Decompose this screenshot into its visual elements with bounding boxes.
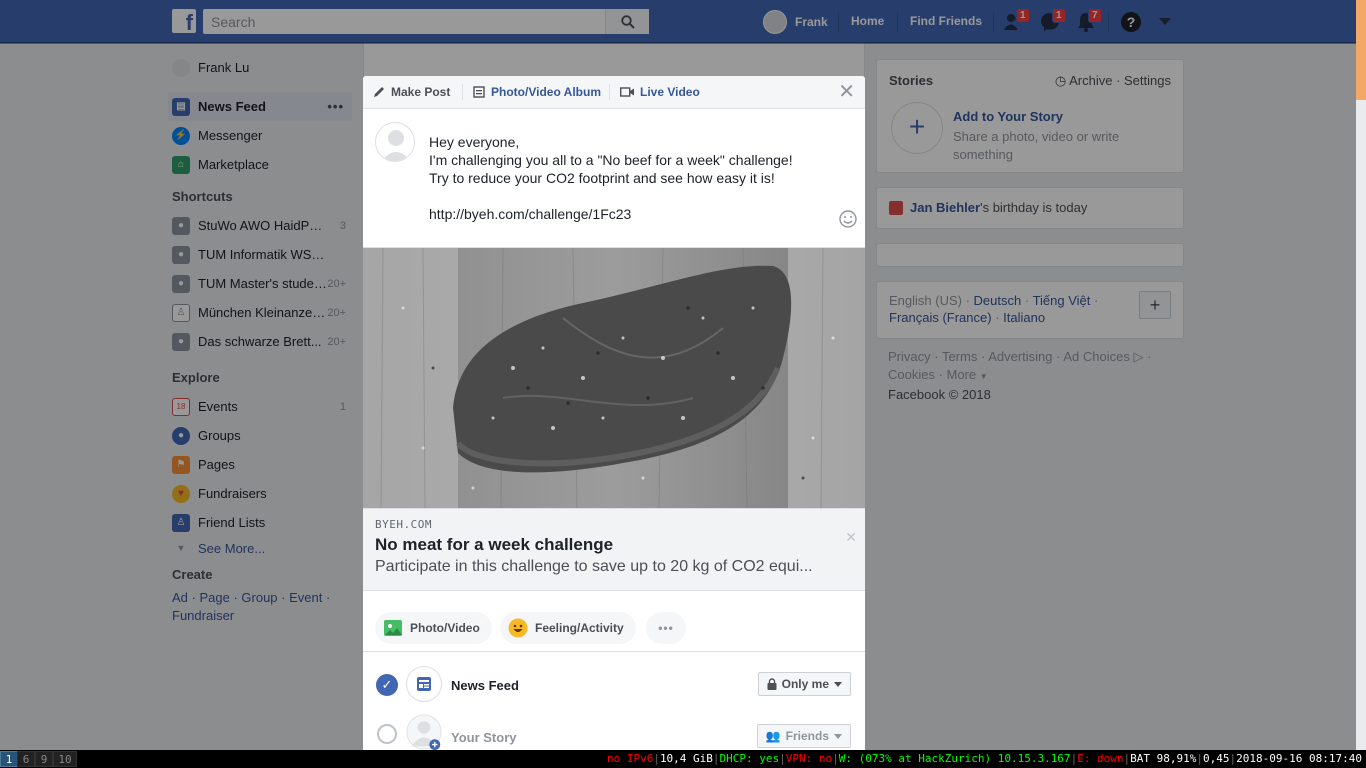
create-post-dialog: Make Post Photo/Video Album Live Video ✕… (363, 76, 865, 750)
steak-photo (363, 248, 865, 508)
preview-title: No meat for a week challenge (375, 535, 614, 554)
ethernet-status: E: down (1077, 752, 1124, 765)
audience-label: Friends (785, 729, 829, 743)
feeling-activity-label: Feeling/Activity (535, 621, 624, 635)
share-destination-news-feed[interactable]: ✓ News Feed Only me (363, 652, 865, 704)
status-blocks: no IPv6|10,4 GiB|DHCP: yes|VPN: no|W: (0… (606, 752, 1362, 765)
composer-body: Hey everyone, I'm challenging you all to… (363, 109, 865, 247)
workspace-button[interactable]: 1 (0, 751, 18, 767)
topbar-dim (0, 0, 1366, 44)
tab-live-video[interactable]: Live Video (620, 85, 700, 99)
smiley-icon (508, 618, 528, 638)
workspace-button[interactable]: 10 (53, 751, 77, 767)
workspace-button[interactable]: 9 (35, 751, 53, 767)
album-icon (473, 86, 485, 98)
audience-selector[interactable]: Only me (757, 672, 851, 696)
clock: 2018-09-16 08:17:40 (1236, 752, 1362, 765)
close-icon[interactable]: ✕ (838, 82, 855, 102)
vpn-status: VPN: no (785, 752, 833, 765)
composer-tabs: Make Post Photo/Video Album Live Video ✕ (363, 76, 865, 109)
post-text-input[interactable]: Hey everyone, I'm challenging you all to… (429, 133, 793, 223)
tab-photo-video-album[interactable]: Photo/Video Album (473, 85, 601, 99)
wifi-status: W: (073% at HackZurich) 10.15.3.167 (838, 752, 1071, 765)
disk-status: 10,4 GiB (659, 752, 713, 765)
caret-down-icon (834, 733, 842, 739)
battery-status: BAT 98,91% (1130, 752, 1197, 765)
tab-label: Photo/Video Album (491, 85, 601, 99)
page-scrollbar[interactable] (1356, 0, 1366, 750)
video-camera-icon (620, 87, 634, 97)
tab-label: Make Post (391, 85, 451, 99)
photo-icon (383, 618, 403, 638)
i3-status-bar: 1 6 9 10 no IPv6|10,4 GiB|DHCP: yes|VPN:… (0, 750, 1366, 768)
preview-domain: BYEH.COM (375, 518, 432, 531)
audience-selector[interactable]: 👥 Friends (756, 724, 851, 748)
unchecked-circle-icon[interactable] (377, 724, 397, 744)
ipv6-status: no IPv6 (606, 752, 654, 765)
section-divider (363, 591, 865, 603)
link-preview-image[interactable] (363, 247, 865, 509)
story-avatar-icon (406, 714, 442, 750)
destination-label: Your Story (451, 730, 517, 745)
feeling-activity-button[interactable]: Feeling/Activity (500, 612, 636, 644)
caret-down-icon (834, 681, 842, 687)
tab-divider (609, 84, 610, 100)
photo-video-label: Photo/Video (410, 621, 480, 635)
user-avatar (375, 122, 415, 162)
scrollbar-thumb[interactable] (1356, 0, 1366, 100)
preview-description: Participate in this challenge to save up… (375, 558, 813, 575)
dhcp-status: DHCP: yes (719, 752, 780, 765)
more-attachments-button[interactable]: ••• (646, 612, 686, 644)
tab-make-post[interactable]: Make Post (373, 85, 450, 99)
checkmark-icon[interactable]: ✓ (376, 674, 398, 696)
newsfeed-icon (406, 666, 442, 702)
lock-icon (767, 678, 777, 690)
remove-preview-icon[interactable]: ✕ (845, 529, 857, 546)
tab-label: Live Video (640, 85, 700, 99)
friends-icon: 👥 (765, 729, 781, 743)
photo-video-button[interactable]: Photo/Video (375, 612, 492, 644)
load-status: 0,45 (1203, 752, 1230, 765)
pencil-icon (373, 86, 385, 98)
tab-divider (462, 84, 463, 100)
destination-label: News Feed (451, 678, 519, 693)
link-preview-meta[interactable]: BYEH.COM No meat for a week challenge Pa… (363, 509, 865, 591)
emoji-picker-icon[interactable] (839, 210, 857, 231)
attachment-options: Photo/Video Feeling/Activity ••• (363, 603, 865, 652)
audience-label: Only me (781, 677, 829, 691)
share-destination-your-story[interactable]: Your Story 👥 Friends (363, 704, 865, 750)
workspace-button[interactable]: 6 (17, 751, 35, 767)
